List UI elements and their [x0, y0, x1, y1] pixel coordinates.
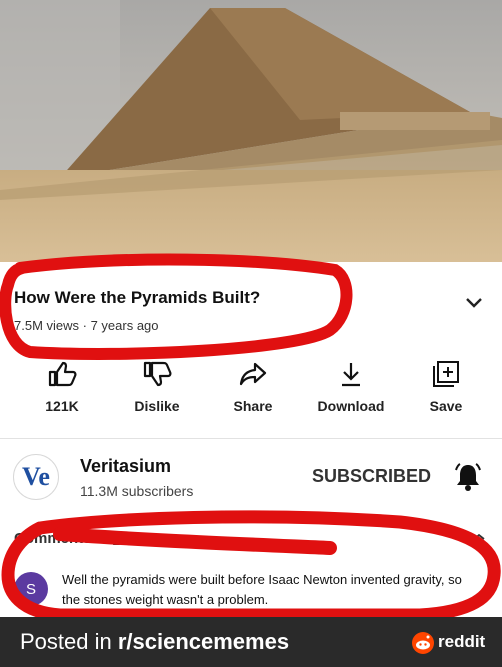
- thumbs-down-icon: [143, 361, 172, 387]
- comments-header: Comments: [14, 530, 92, 547]
- channel-avatar[interactable]: Ve: [13, 454, 59, 500]
- save-icon: [433, 361, 459, 387]
- dislike-button[interactable]: Dislike: [112, 360, 202, 414]
- reddit-icon: [412, 632, 434, 654]
- pyramid-image: [0, 0, 502, 262]
- chevron-updown-icon[interactable]: [470, 532, 488, 550]
- subreddit-link[interactable]: r/sciencememes: [118, 629, 289, 654]
- download-button[interactable]: Download: [306, 360, 396, 414]
- posted-prefix: Posted in: [20, 629, 118, 654]
- action-bar: 121K Dislike Share Download Save: [0, 360, 502, 430]
- comments-section[interactable]: Comments 12K S Well the pyramids were bu…: [0, 520, 502, 617]
- commenter-avatar[interactable]: S: [14, 572, 48, 606]
- download-icon: [342, 363, 360, 387]
- subscriber-count: 11.3M subscribers: [80, 483, 194, 499]
- download-label: Download: [317, 398, 385, 414]
- save-label: Save: [429, 398, 463, 414]
- like-button[interactable]: 121K: [17, 360, 107, 414]
- like-count: 121K: [45, 398, 79, 414]
- save-button[interactable]: Save: [401, 360, 491, 414]
- youtube-screen: How Were the Pyramids Built? 7.5M views …: [0, 0, 502, 617]
- comments-count: 12K: [112, 532, 139, 549]
- dislike-label: Dislike: [134, 398, 180, 414]
- video-title[interactable]: How Were the Pyramids Built?: [14, 288, 260, 308]
- bell-icon[interactable]: [452, 460, 484, 492]
- subscribed-button[interactable]: SUBSCRIBED: [312, 466, 431, 487]
- thumbs-up-icon: [48, 361, 77, 387]
- share-button[interactable]: Share: [208, 360, 298, 414]
- share-icon: [239, 362, 267, 386]
- share-label: Share: [233, 398, 273, 414]
- top-comment: Well the pyramids were built before Isaa…: [62, 572, 462, 607]
- channel-name[interactable]: Veritasium: [80, 456, 171, 477]
- video-thumbnail[interactable]: [0, 0, 502, 262]
- reddit-footer: Posted in r/sciencememes reddit: [0, 617, 502, 667]
- posted-in-text: Posted in r/sciencememes: [20, 629, 289, 655]
- chevron-down-icon[interactable]: [462, 290, 486, 314]
- divider: [0, 438, 502, 439]
- reddit-wordmark: reddit: [438, 632, 486, 651]
- video-meta: 7.5M views · 7 years ago: [14, 318, 159, 333]
- channel-row: Ve Veritasium 11.3M subscribers SUBSCRIB…: [0, 448, 502, 508]
